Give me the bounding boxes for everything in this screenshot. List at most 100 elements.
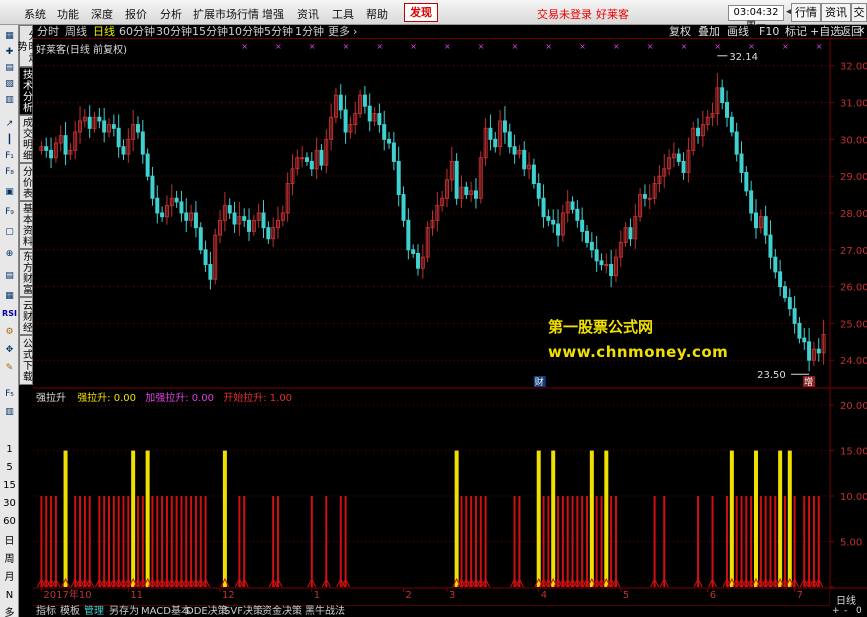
close-icon[interactable]: ✕ <box>857 25 865 39</box>
tab-timeshare[interactable]: 分时走势 <box>15 25 37 67</box>
candle-body <box>242 216 247 221</box>
zoom-in-icon[interactable]: + <box>832 606 840 616</box>
tab-template[interactable]: 模板 <box>60 606 80 617</box>
mark-button[interactable]: 标记 <box>785 25 807 39</box>
tab-formula-download[interactable]: 公式下载 <box>19 335 33 385</box>
f8-icon[interactable]: F₈ <box>2 165 17 179</box>
news-button[interactable]: 资讯 <box>821 3 851 22</box>
gear-icon[interactable]: ⚙ <box>2 325 17 339</box>
period-5min[interactable]: 5分钟 <box>264 25 293 39</box>
tab-tech-analysis[interactable]: 技术分析 <box>19 67 33 115</box>
adjust-button[interactable]: 复权 <box>669 25 691 39</box>
price-tick-label: 31.00 <box>840 99 867 110</box>
draw-line-button[interactable]: 画线 <box>727 25 749 39</box>
start-pull-bar <box>190 496 193 587</box>
period-1min[interactable]: 1分钟 <box>295 25 324 39</box>
indicator-name[interactable]: 强拉升 <box>36 393 66 404</box>
period-60min[interactable]: 60分钟 <box>119 25 155 39</box>
period-timeshare[interactable]: 分时 <box>37 25 59 39</box>
menu-enhance[interactable]: 增强 <box>262 6 284 22</box>
menu-analysis[interactable]: 分析 <box>160 6 182 22</box>
f10-button[interactable]: F10 <box>759 25 779 39</box>
tab-indicator[interactable]: 指标 <box>36 606 56 617</box>
quote-button[interactable]: 行情 <box>791 3 821 22</box>
tab-trade-detail[interactable]: 成交明细 <box>19 115 33 163</box>
rsi-icon[interactable]: RSI <box>2 307 17 321</box>
period-day[interactable]: 日 <box>1 535 18 549</box>
tab-dde[interactable]: DDE决策 <box>186 606 228 617</box>
menu-quote[interactable]: 报价 <box>125 6 147 22</box>
candle-body <box>227 205 232 214</box>
start-pull-bar <box>194 496 197 587</box>
period-next-arrow[interactable]: › <box>353 25 357 39</box>
period-multi[interactable]: 多 <box>1 607 18 617</box>
candle-body <box>739 153 744 173</box>
kline-icon[interactable]: ┃ <box>2 133 17 147</box>
candle-body <box>782 286 787 299</box>
f9-icon[interactable]: F₉ <box>2 205 17 219</box>
overlay-button[interactable]: 叠加 <box>698 25 720 39</box>
trade-login-link[interactable]: 交易未登录 <box>537 6 592 22</box>
price-tick-label: 30.00 <box>840 135 867 146</box>
window-icon[interactable]: ▢ <box>2 225 17 239</box>
period-15[interactable]: 15 <box>1 479 18 493</box>
tab-macd[interactable]: MACD基本 <box>141 606 191 617</box>
start-pull-bar <box>238 496 241 587</box>
layout-icon[interactable]: ▤ <box>2 269 17 283</box>
trade-button[interactable]: 交易 <box>851 3 867 22</box>
zoom-out-icon[interactable]: - <box>844 606 847 616</box>
move-icon[interactable]: ✥ <box>2 343 17 357</box>
menu-system[interactable]: 系统 <box>24 6 46 22</box>
candle-body <box>97 116 102 122</box>
menu-depth[interactable]: 深度 <box>91 6 113 22</box>
start-pull-bar <box>165 496 168 587</box>
discover-button[interactable]: 发现 <box>404 3 438 22</box>
tab-fundamentals[interactable]: 基本资料 <box>19 201 33 249</box>
candle-body <box>150 175 155 199</box>
period-10min[interactable]: 10分钟 <box>228 25 264 39</box>
trend-icon[interactable]: ↗ <box>2 117 17 131</box>
split-icon[interactable]: ▥ <box>2 405 17 419</box>
period-week[interactable]: 周 <box>1 553 18 567</box>
menu-ext-market[interactable]: 扩展市场行情 <box>193 6 259 22</box>
quote-icon[interactable]: ▧ <box>2 77 17 91</box>
period-15min[interactable]: 15分钟 <box>192 25 228 39</box>
tab-save-as[interactable]: 另存为 <box>109 606 139 617</box>
tab-price-table[interactable]: 分价表 <box>19 163 33 201</box>
tab-svf[interactable]: SVF决策 <box>224 606 263 617</box>
pencil-icon[interactable]: ✎ <box>2 361 17 375</box>
period-more[interactable]: 更多 <box>328 25 350 39</box>
zoom-icon[interactable]: ⊕ <box>2 247 17 261</box>
menu-news[interactable]: 资讯 <box>297 6 319 22</box>
tab-eastmoney[interactable]: 东方财富 <box>19 249 33 297</box>
tab-fund[interactable]: 资金决策 <box>262 606 302 617</box>
period-5[interactable]: 5 <box>1 461 18 475</box>
signal-marker: × <box>613 42 620 51</box>
window2-icon[interactable]: ▦ <box>2 289 17 303</box>
stock-name-link[interactable]: 好莱客 <box>596 6 629 22</box>
menu-help[interactable]: 帮助 <box>366 6 388 22</box>
menu-tools[interactable]: 工具 <box>332 6 354 22</box>
start-pull-bar <box>774 496 777 587</box>
period-month[interactable]: 月 <box>1 571 18 585</box>
fs-icon[interactable]: F₅ <box>2 387 17 401</box>
period-30min[interactable]: 30分钟 <box>156 25 192 39</box>
info-icon[interactable]: ▣ <box>2 185 17 199</box>
candle-body <box>87 116 92 129</box>
tab-manage[interactable]: 管理 <box>84 606 104 617</box>
f10-icon[interactable]: F₁ <box>2 149 17 163</box>
period-60[interactable]: 60 <box>1 515 18 529</box>
start-pull-bar <box>557 496 560 587</box>
menu-function[interactable]: 功能 <box>57 6 79 22</box>
tab-cloud-finance[interactable]: 云财经 <box>19 297 33 335</box>
reset-icon[interactable]: 0 <box>856 606 862 616</box>
period-weekly[interactable]: 周线 <box>65 25 87 39</box>
table-icon[interactable]: ▥ <box>2 93 17 107</box>
tab-black-bull[interactable]: 黑牛战法 <box>305 606 345 617</box>
period-1[interactable]: 1 <box>1 443 18 457</box>
period-30[interactable]: 30 <box>1 497 18 511</box>
period-n[interactable]: N <box>1 589 18 603</box>
period-daily[interactable]: 日线 <box>93 25 115 39</box>
candle-body <box>232 212 237 225</box>
add-watchlist-button[interactable]: +自选 <box>810 25 841 39</box>
